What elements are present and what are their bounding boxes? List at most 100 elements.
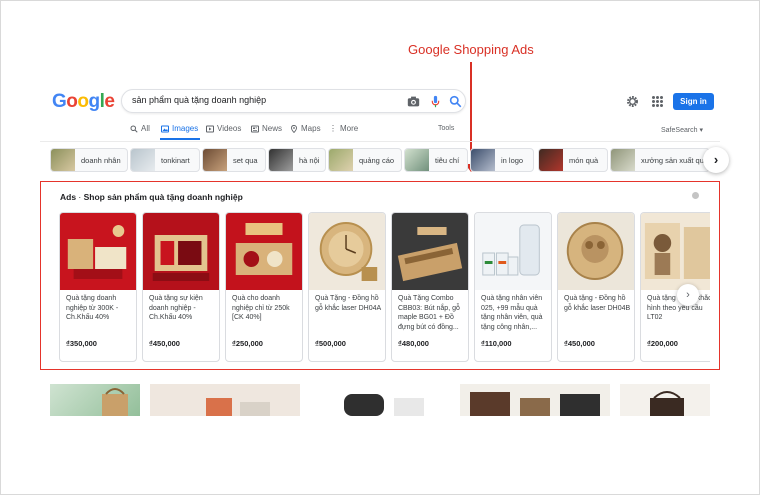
product-title: Quà cho doanh nghiệp chỉ từ 250k [CK 40%… <box>232 295 290 321</box>
product-price: ₫110,000 <box>481 339 512 348</box>
image-result-thumbnail <box>344 394 424 416</box>
chip-thumbnail <box>51 149 75 171</box>
chip[interactable]: tiêu chí <box>404 148 468 172</box>
product-card[interactable]: Quà Tặng - Đồng hồ gỗ khắc laser DH04A ₫… <box>308 212 386 362</box>
tab-more[interactable]: ⋮ More <box>329 124 358 133</box>
active-tab-indicator <box>160 138 200 140</box>
search-box[interactable]: sản phẩm quà tặng doanh nghiệp <box>121 89 466 113</box>
tab-label: Maps <box>301 124 321 133</box>
video-icon <box>206 125 214 132</box>
tab-news[interactable]: News <box>251 124 282 133</box>
chip[interactable]: quảng cáo <box>328 148 402 172</box>
product-card[interactable]: Quà tặng - Đèn khắc hình theo yêu cầu LT… <box>640 212 710 362</box>
product-card[interactable]: Quà cho doanh nghiệp chỉ từ 250k [CK 40%… <box>225 212 303 362</box>
chip-thumbnail <box>539 149 563 171</box>
image-result[interactable] <box>620 384 710 416</box>
tools-button[interactable]: Tools <box>438 125 454 132</box>
tab-maps[interactable]: Maps <box>290 124 321 133</box>
chevron-right-icon: › <box>713 152 719 167</box>
chip[interactable]: set qua <box>202 148 266 172</box>
product-image <box>392 213 468 290</box>
ads-title: Shop sản phẩm quà tặng doanh nghiệp <box>83 192 243 202</box>
ads-header: Ads · Shop sản phẩm quà tặng doanh nghiệ… <box>60 192 243 202</box>
chip[interactable]: món quà <box>538 148 608 172</box>
chip-thumbnail <box>471 149 495 171</box>
product-image <box>143 213 219 290</box>
logo-letter: e <box>104 91 115 112</box>
chip-label: quảng cáo <box>359 155 395 165</box>
camera-icon[interactable] <box>407 95 420 108</box>
product-price: ₫250,000 <box>232 339 263 348</box>
product-card[interactable]: Quà tặng sự kiện doanh nghiệp - Ch.Khấu … <box>142 212 220 362</box>
image-icon <box>161 125 169 132</box>
chevron-right-icon: › <box>686 289 690 301</box>
image-result[interactable] <box>460 384 610 416</box>
product-image <box>226 213 302 290</box>
product-title: Quà tặng sự kiện doanh nghiệp - Ch.Khấu … <box>149 295 203 321</box>
more-icon: ⋮ <box>329 123 337 133</box>
annotation-label: Google Shopping Ads <box>408 42 534 57</box>
product-title: Quà tặng nhân viên 025, +99 mẫu quà tặng… <box>481 295 543 331</box>
product-price: ₫480,000 <box>398 339 429 348</box>
mic-icon[interactable] <box>429 95 442 108</box>
search-input[interactable]: sản phẩm quà tặng doanh nghiệp <box>132 95 266 105</box>
chip-thumbnail <box>611 149 635 171</box>
chip[interactable]: doanh nhân <box>50 148 128 172</box>
image-result[interactable] <box>50 384 140 416</box>
logo-letter: o <box>66 91 78 112</box>
gear-icon[interactable] <box>626 95 639 108</box>
apps-icon[interactable] <box>652 96 663 107</box>
image-result[interactable] <box>310 384 450 416</box>
chip-thumbnail <box>405 149 429 171</box>
search-icon[interactable] <box>449 95 462 108</box>
product-card[interactable]: Quà tặng doanh nghiệp từ 300K - Ch.Khấu … <box>59 212 137 362</box>
tab-label: Images <box>172 124 199 133</box>
chip-label: in logo <box>501 155 524 165</box>
product-image <box>558 213 634 290</box>
logo-letter: G <box>52 91 67 112</box>
chip[interactable]: in logo <box>470 148 534 172</box>
product-price: ₫500,000 <box>315 339 346 348</box>
tab-label: More <box>340 124 359 133</box>
product-title: Quà tặng doanh nghiệp từ 300K - Ch.Khấu … <box>66 295 119 321</box>
products-next-button[interactable]: › <box>677 284 699 306</box>
product-image <box>641 213 710 290</box>
tab-label: News <box>262 124 283 133</box>
chip[interactable]: xưởng sản xuất quà <box>610 148 710 172</box>
chip-label: tiêu chí <box>435 155 460 165</box>
chip-thumbnail <box>203 149 227 171</box>
ads-separator: · <box>76 192 84 202</box>
tab-label: All <box>141 124 150 133</box>
image-result-thumbnail <box>206 398 270 416</box>
google-logo[interactable]: Google <box>52 91 115 113</box>
sign-in-button[interactable]: Sign in <box>673 93 714 110</box>
chip-label: món quà <box>569 155 599 165</box>
chip[interactable]: hà nội <box>268 148 326 172</box>
chip-thumbnail <box>329 149 353 171</box>
product-image <box>475 213 551 290</box>
chip-label: hà nội <box>299 155 320 165</box>
tab-videos[interactable]: Videos <box>206 124 241 133</box>
product-title: Quà Tặng - Đồng hồ gỗ khắc laser DH04A <box>315 295 382 312</box>
safesearch-toggle[interactable]: SafeSearch ▾ <box>661 126 703 134</box>
ads-info-icon[interactable] <box>692 192 699 199</box>
tab-images[interactable]: Images <box>161 124 198 133</box>
tab-all[interactable]: All <box>130 124 150 133</box>
product-price: ₫450,000 <box>564 339 595 348</box>
product-price: ₫200,000 <box>647 339 678 348</box>
product-card[interactable]: Quà tặng nhân viên 025, +99 mẫu quà tặng… <box>474 212 552 362</box>
image-result-thumbnail <box>470 392 600 416</box>
logo-letter: o <box>77 91 89 112</box>
chip-label: tonkinart <box>161 155 190 165</box>
product-card[interactable]: Quà Tặng Combo CBB03: Bút nắp, gỗ maple … <box>391 212 469 362</box>
chip-label: xưởng sản xuất quà <box>641 155 709 165</box>
logo-letter: g <box>88 91 101 112</box>
tab-label: Videos <box>217 124 242 133</box>
chip[interactable]: tonkinart <box>130 148 200 172</box>
product-card[interactable]: Quà tặng - Đồng hồ gỗ khắc laser DH04B ₫… <box>557 212 635 362</box>
image-result[interactable] <box>150 384 300 416</box>
chip-label: doanh nhân <box>81 155 121 165</box>
image-result-thumbnail <box>650 391 684 416</box>
chips-next-button[interactable]: › <box>703 147 729 173</box>
product-price: ₫450,000 <box>149 339 180 348</box>
